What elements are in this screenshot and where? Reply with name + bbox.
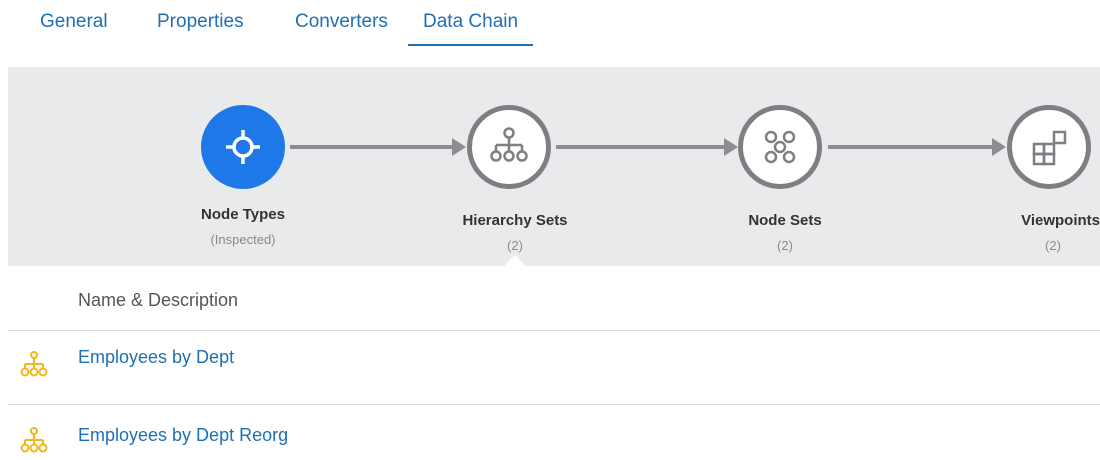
tab-data-chain[interactable]: Data Chain (408, 10, 534, 46)
data-chain-page: General Properties Converters Data Chain (0, 0, 1100, 460)
hierarchy-set-icon (20, 350, 48, 380)
viewpoint-icon (1032, 130, 1067, 166)
row-divider (8, 404, 1100, 405)
chain-connector (290, 145, 454, 149)
tab-converters[interactable]: Converters (295, 10, 388, 44)
step-count-node-sets: (2) (777, 238, 793, 253)
chain-arrowhead (724, 138, 738, 156)
chain-step-viewpoints[interactable] (1007, 105, 1091, 189)
row-link-employees-by-dept[interactable]: Employees by Dept (78, 347, 234, 368)
step-label-viewpoints: Viewpoints (1021, 212, 1100, 229)
chain-connector (556, 145, 726, 149)
chain-arrowhead (992, 138, 1006, 156)
chain-step-node-sets[interactable] (738, 105, 822, 189)
selected-step-pointer (504, 255, 526, 266)
hierarchy-icon (490, 127, 528, 162)
hierarchy-set-icon (20, 426, 48, 456)
step-label-node-sets: Node Sets (748, 212, 822, 229)
tab-properties[interactable]: Properties (157, 10, 244, 44)
step-status-node-types: (Inspected) (210, 232, 276, 247)
step-count-hierarchy-sets: (2) (507, 238, 523, 253)
chain-arrowhead (452, 138, 466, 156)
step-count-viewpoints: (2) (1045, 238, 1061, 253)
chain-connector (828, 145, 994, 149)
crosshair-icon (226, 130, 260, 164)
tab-general[interactable]: General (40, 10, 108, 44)
node-set-icon (764, 130, 796, 164)
chain-step-hierarchy-sets[interactable] (467, 105, 551, 189)
step-label-hierarchy-sets: Hierarchy Sets (462, 212, 568, 229)
chain-step-node-types[interactable] (201, 105, 285, 189)
tab-bar: General Properties Converters Data Chain (0, 0, 1100, 48)
row-divider (8, 330, 1100, 331)
step-label-node-types: Node Types (201, 206, 285, 223)
row-link-employees-by-dept-reorg[interactable]: Employees by Dept Reorg (78, 425, 288, 446)
column-header-name-description[interactable]: Name & Description (78, 290, 238, 311)
